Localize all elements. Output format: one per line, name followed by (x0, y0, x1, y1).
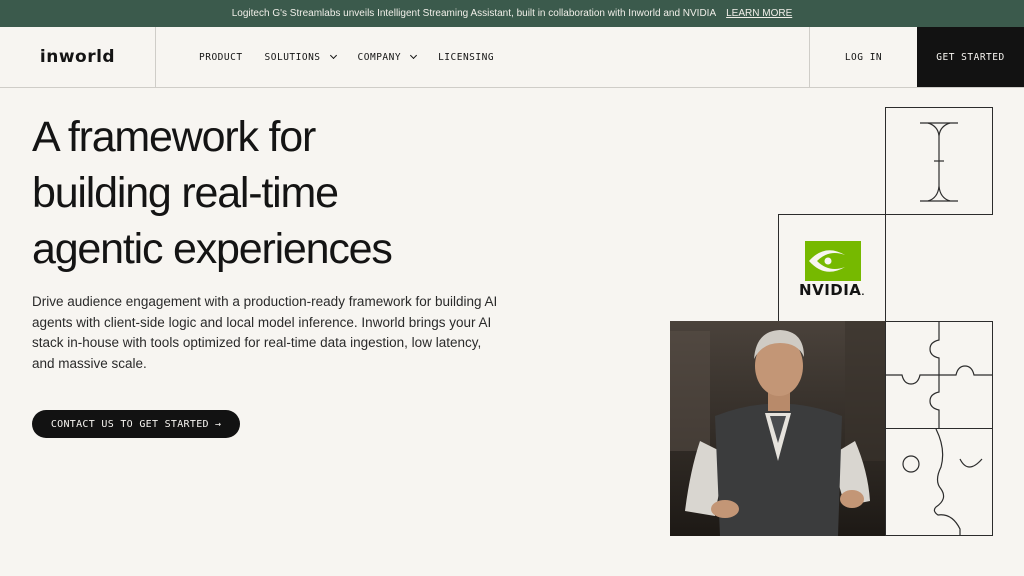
nav-menu: PRODUCT SOLUTIONS COMPANY LICENSING (156, 27, 809, 87)
character-photo (670, 321, 885, 536)
face-profile-icon (902, 428, 983, 535)
login-label: LOG IN (844, 51, 883, 63)
hero-title-line: agentic experiences (32, 225, 393, 273)
character-illustration (670, 321, 885, 536)
chevron-down-icon (329, 51, 337, 60)
nvidia-wordmark: NVIDIA. (799, 281, 865, 299)
nav-item-licensing[interactable]: LICENSING (438, 52, 494, 63)
arrow-right-icon: → (214, 418, 222, 430)
hero-description: Drive audience engagement with a product… (32, 294, 498, 371)
nav-item-label: LICENSING (438, 51, 495, 63)
nav-item-solutions[interactable]: SOLUTIONS (264, 51, 337, 63)
nav-item-product[interactable]: PRODUCT (199, 52, 243, 63)
tile-puzzle (885, 321, 993, 429)
text-cursor-icon (920, 122, 958, 202)
nav-item-label: SOLUTIONS (264, 51, 321, 63)
cta-label: CONTACT US TO GET STARTED (50, 418, 209, 430)
get-started-button[interactable]: GET STARTED (917, 27, 1024, 87)
hero-title-line: building real-time (32, 169, 339, 217)
contact-us-button[interactable]: CONTACT US TO GET STARTED → (32, 410, 240, 438)
puzzle-icon (886, 322, 992, 428)
get-started-label: GET STARTED (936, 51, 1005, 63)
inworld-logo: inworld (39, 47, 116, 67)
hero-title: A framework for building real-time agent… (32, 109, 472, 277)
hero-title-line: A framework for (32, 113, 316, 161)
tile-nvidia-partner: NVIDIA. (778, 214, 886, 322)
top-navigation: inworld PRODUCT SOLUTIONS COMPANY LICENS… (0, 27, 1024, 88)
tile-face (885, 428, 993, 536)
announcement-banner: Logitech G's Streamlabs unveils Intellig… (0, 0, 1024, 27)
nav-item-company[interactable]: COMPANY (357, 51, 418, 63)
nvidia-eye-icon (805, 241, 861, 281)
chevron-down-icon (410, 51, 418, 60)
nav-item-label: COMPANY (357, 51, 402, 63)
banner-text: Logitech G's Streamlabs unveils Intellig… (231, 8, 717, 19)
login-button[interactable]: LOG IN (809, 27, 917, 87)
nav-item-label: PRODUCT (199, 51, 243, 63)
tile-text-cursor (885, 107, 993, 215)
logo-link[interactable]: inworld (0, 27, 156, 87)
banner-learn-more-link[interactable]: LEARN MORE (726, 8, 792, 19)
